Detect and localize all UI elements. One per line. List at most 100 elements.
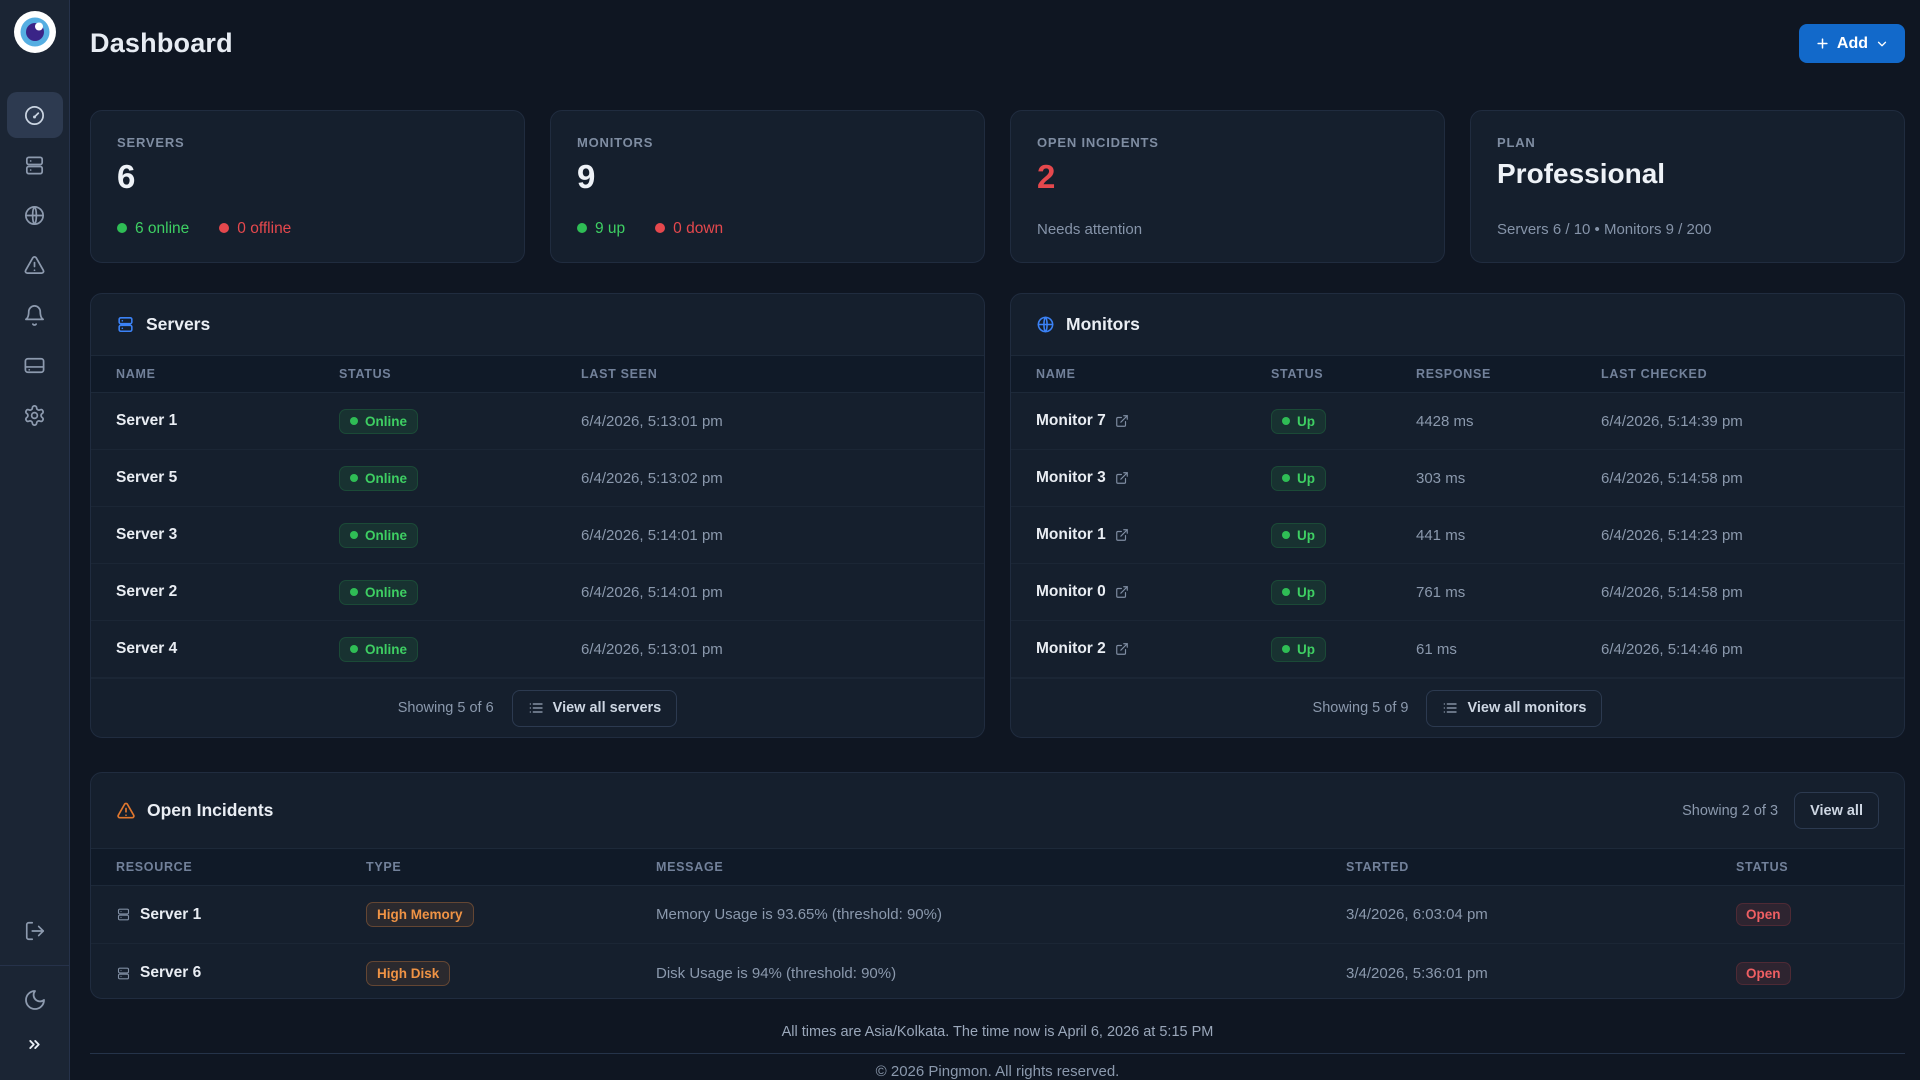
sidebar-item-theme-toggle[interactable] [7, 980, 63, 1020]
sidebar-item-servers[interactable] [7, 142, 63, 188]
stat-label: PLAN [1497, 135, 1878, 150]
green-dot-icon [350, 474, 358, 482]
alert-triangle-icon [23, 254, 46, 277]
sidebar [0, 0, 70, 1080]
last-checked: 6/4/2026, 5:14:39 pm [1601, 413, 1879, 430]
external-link-icon[interactable] [1115, 528, 1129, 542]
server-name-link[interactable]: Server 3 [116, 526, 339, 544]
alert-triangle-icon [116, 801, 136, 821]
servers-offline-count: 0 offline [219, 220, 291, 238]
gear-icon [23, 404, 46, 427]
status-badge: Online [339, 466, 418, 491]
stat-card-servers: SERVERS 6 6 online 0 offline [90, 110, 525, 263]
table-row: Monitor 0 Up 761 ms 6/4/2026, 5:14:58 pm [1011, 564, 1904, 621]
page-title: Dashboard [90, 28, 233, 59]
monitor-name-link[interactable]: Monitor 3 [1036, 469, 1271, 487]
view-all-servers-button[interactable]: View all servers [512, 690, 678, 727]
table-row: Monitor 1 Up 441 ms 6/4/2026, 5:14:23 pm [1011, 507, 1904, 564]
green-dot-icon [1282, 417, 1290, 425]
credit-card-icon [23, 354, 46, 377]
incident-type-badge: High Disk [366, 961, 450, 986]
external-link-icon[interactable] [1115, 471, 1129, 485]
sidebar-item-monitors[interactable] [7, 192, 63, 238]
external-link-icon[interactable] [1115, 642, 1129, 656]
chevrons-right-icon [26, 1036, 43, 1053]
response-time: 441 ms [1416, 527, 1601, 544]
green-dot-icon [117, 223, 127, 233]
view-all-monitors-button[interactable]: View all monitors [1426, 690, 1602, 727]
last-seen: 6/4/2026, 5:13:02 pm [581, 470, 959, 487]
view-all-incidents-button[interactable]: View all [1794, 792, 1879, 829]
monitors-panel: Monitors NAME STATUS RESPONSE LAST CHECK… [1010, 293, 1905, 738]
server-name-link[interactable]: Server 2 [116, 583, 339, 601]
last-seen: 6/4/2026, 5:14:01 pm [581, 527, 959, 544]
incident-started: 3/4/2026, 6:03:04 pm [1346, 906, 1736, 923]
plan-usage: Servers 6 / 10 • Monitors 9 / 200 [1497, 221, 1712, 238]
server-icon [116, 315, 135, 334]
moon-icon [23, 988, 47, 1012]
monitor-name-link[interactable]: Monitor 7 [1036, 412, 1271, 430]
status-badge: Online [339, 580, 418, 605]
add-button-label: Add [1837, 35, 1868, 53]
incident-resource-link[interactable]: Server 1 [116, 906, 366, 924]
status-badge: Up [1271, 523, 1326, 548]
external-link-icon[interactable] [1115, 414, 1129, 428]
response-time: 4428 ms [1416, 413, 1601, 430]
stat-card-monitors: MONITORS 9 9 up 0 down [550, 110, 985, 263]
sidebar-item-dashboard[interactable] [7, 92, 63, 138]
table-row: Server 4 Online 6/4/2026, 5:13:01 pm [91, 621, 984, 678]
sidebar-item-notifications[interactable] [7, 292, 63, 338]
sidebar-item-billing[interactable] [7, 342, 63, 388]
status-badge: Online [339, 523, 418, 548]
server-name-link[interactable]: Server 4 [116, 640, 339, 658]
app-logo-eye-icon[interactable] [13, 10, 57, 54]
server-icon [116, 907, 131, 922]
server-icon [116, 966, 131, 981]
stat-card-plan: PLAN Professional Servers 6 / 10 • Monit… [1470, 110, 1905, 263]
response-time: 61 ms [1416, 641, 1601, 658]
table-row: Server 1 Online 6/4/2026, 5:13:01 pm [91, 393, 984, 450]
table-row: Monitor 2 Up 61 ms 6/4/2026, 5:14:46 pm [1011, 621, 1904, 678]
response-time: 303 ms [1416, 470, 1601, 487]
add-button[interactable]: Add [1799, 24, 1905, 63]
page-footer: All times are Asia/Kolkata. The time now… [90, 1024, 1905, 1080]
incidents-showing-count: Showing 2 of 3 [1682, 803, 1778, 819]
monitors-table-header: NAME STATUS RESPONSE LAST CHECKED [1011, 355, 1904, 393]
table-row: Server 5 Online 6/4/2026, 5:13:02 pm [91, 450, 984, 507]
last-seen: 6/4/2026, 5:13:01 pm [581, 413, 959, 430]
bell-icon [23, 304, 46, 327]
log-out-icon [24, 920, 46, 942]
list-icon [528, 700, 544, 716]
stat-value: 6 [117, 158, 498, 196]
response-time: 761 ms [1416, 584, 1601, 601]
sidebar-item-expand[interactable] [7, 1024, 63, 1064]
sidebar-item-incidents[interactable] [7, 242, 63, 288]
last-seen: 6/4/2026, 5:14:01 pm [581, 584, 959, 601]
server-name-link[interactable]: Server 5 [116, 469, 339, 487]
external-link-icon[interactable] [1115, 585, 1129, 599]
incident-message: Memory Usage is 93.65% (threshold: 90%) [656, 906, 1346, 923]
servers-panel: Servers NAME STATUS LAST SEEN Server 1 O… [90, 293, 985, 738]
green-dot-icon [350, 417, 358, 425]
incident-resource-link[interactable]: Server 6 [116, 964, 366, 982]
servers-panel-title: Servers [146, 314, 210, 335]
incidents-note: Needs attention [1037, 221, 1142, 238]
monitor-name-link[interactable]: Monitor 1 [1036, 526, 1271, 544]
servers-showing-count: Showing 5 of 6 [398, 700, 494, 716]
server-name-link[interactable]: Server 1 [116, 412, 339, 430]
footer-divider [90, 1053, 1905, 1054]
table-row: Server 6 High Disk Disk Usage is 94% (th… [91, 944, 1904, 999]
table-row: Monitor 7 Up 4428 ms 6/4/2026, 5:14:39 p… [1011, 393, 1904, 450]
server-icon [23, 154, 46, 177]
sidebar-item-settings[interactable] [7, 392, 63, 438]
page-header: Dashboard Add [90, 24, 1905, 63]
monitor-name-link[interactable]: Monitor 2 [1036, 640, 1271, 658]
status-badge: Online [339, 637, 418, 662]
green-dot-icon [1282, 531, 1290, 539]
stat-label: SERVERS [117, 135, 498, 150]
stat-value: 2 [1037, 158, 1418, 196]
monitors-showing-count: Showing 5 of 9 [1313, 700, 1409, 716]
monitor-name-link[interactable]: Monitor 0 [1036, 583, 1271, 601]
green-dot-icon [350, 588, 358, 596]
sidebar-item-logout[interactable] [7, 911, 63, 951]
